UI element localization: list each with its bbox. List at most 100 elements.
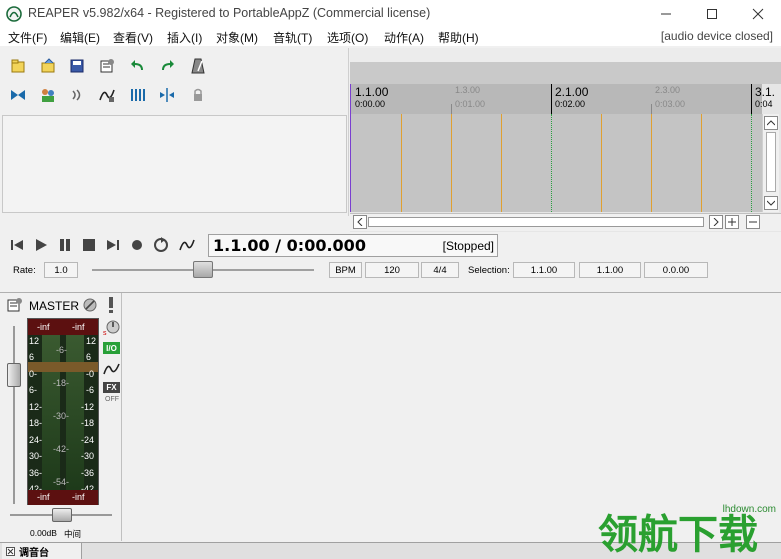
audio-device-status[interactable]: [audio device closed]	[661, 29, 773, 43]
routing-icon[interactable]	[6, 297, 24, 313]
grid-line	[651, 114, 652, 212]
scroll-down-button[interactable]	[764, 196, 778, 210]
project-settings-icon[interactable]	[97, 56, 117, 76]
scale-right: -12	[81, 402, 95, 412]
rate-slider-handle[interactable]	[193, 261, 213, 278]
pan-slider-handle[interactable]	[52, 508, 72, 522]
vertical-scrollbar[interactable]	[762, 114, 779, 212]
zoom-out-button[interactable]	[746, 215, 760, 229]
selection-end[interactable]: 1.1.00	[579, 262, 641, 278]
title-bar: REAPER v5.982/x64 - Registered to Portab…	[0, 0, 781, 28]
close-button[interactable]	[735, 0, 781, 28]
auto-crossfade-icon[interactable]	[67, 85, 87, 105]
menu-item[interactable]: 对象(M)	[216, 29, 258, 46]
time-signature[interactable]: 4/4	[421, 262, 459, 278]
fx-button[interactable]: FX	[103, 382, 120, 393]
grid-line	[501, 114, 502, 212]
selection-length[interactable]: 0.0.00	[644, 262, 708, 278]
volume-readout: 0.00dB	[30, 528, 57, 538]
menu-insert[interactable]: 插入(I)	[167, 29, 202, 46]
go-to-start-button[interactable]	[8, 236, 26, 254]
selection-start[interactable]: 1.1.00	[513, 262, 575, 278]
playhead-marker[interactable]	[350, 84, 351, 114]
ripple-edit-icon[interactable]	[8, 85, 28, 105]
menu-edit[interactable]: 编辑(E)	[60, 29, 100, 46]
scale-right: -36	[81, 468, 95, 478]
minimize-button[interactable]	[643, 0, 689, 28]
maximize-icon	[707, 9, 717, 19]
tracks-canvas[interactable]	[350, 114, 762, 212]
rate-value[interactable]: 1.0	[44, 262, 78, 278]
menu-actions[interactable]: 动作(A)	[384, 29, 424, 46]
scroll-left-button[interactable]	[353, 215, 367, 229]
io-button[interactable]: I/O	[103, 342, 120, 354]
snap-grid-icon[interactable]	[128, 85, 148, 105]
redo-icon[interactable]	[157, 56, 177, 76]
scale-right: -24	[81, 435, 95, 445]
svg-text:s: s	[103, 330, 107, 336]
beat-tick	[451, 104, 452, 114]
undo-icon[interactable]	[128, 56, 148, 76]
scroll-right-button[interactable]	[709, 215, 723, 229]
phase-icon[interactable]	[106, 296, 116, 314]
tempo-value[interactable]: 120	[365, 262, 419, 278]
transport-bar: 1.1.00 / 0:00.000 [Stopped] Rate: 1.0 BP…	[0, 232, 781, 288]
grouping-icon[interactable]	[38, 85, 58, 105]
zoom-in-button[interactable]	[725, 215, 739, 229]
scroll-thumb[interactable]	[766, 132, 776, 192]
record-button[interactable]	[128, 236, 146, 254]
scale-right: -30	[81, 451, 95, 461]
repeat-button[interactable]	[152, 236, 170, 254]
bar-label: 1.1.00	[355, 85, 389, 99]
time-display[interactable]: 1.1.00 / 0:00.000 [Stopped]	[208, 234, 498, 257]
bar-time: 0:02.00	[555, 99, 586, 109]
pause-button[interactable]	[56, 236, 74, 254]
bar-label: 3.1.	[755, 85, 776, 99]
mixer-tab[interactable]: 调音台	[2, 543, 82, 559]
master-strip: MASTER -inf -inf 12 6 0- 6- 12- 18- 24- …	[2, 293, 122, 541]
scale-left: 6-	[29, 385, 38, 395]
timeline-ruler[interactable]: 1.1.00 0:00.00 1.3.00 0:01.00 2.1.00 0:0…	[350, 84, 775, 114]
metronome-icon[interactable]	[188, 56, 208, 76]
menu-help[interactable]: 帮助(H)	[438, 29, 479, 46]
mute-icon[interactable]	[82, 297, 98, 313]
lock-icon[interactable]	[188, 85, 208, 105]
bar-tick	[751, 84, 752, 114]
pan-knob-icon[interactable]: s	[103, 320, 121, 337]
go-to-end-button[interactable]	[104, 236, 122, 254]
scroll-up-button[interactable]	[764, 116, 778, 130]
scale-left: 12-	[29, 402, 43, 412]
stop-button[interactable]	[80, 236, 98, 254]
menu-file[interactable]: 文件(F)	[8, 29, 47, 46]
bar-grid-line	[551, 114, 552, 212]
chevron-down-icon	[767, 200, 775, 206]
envelope-icon[interactable]	[97, 85, 117, 105]
reaper-logo-icon	[6, 6, 22, 22]
bpm-button[interactable]: BPM	[329, 262, 362, 278]
volume-fader-track[interactable]	[13, 326, 15, 504]
scale-right: -0	[86, 369, 95, 379]
scroll-thumb[interactable]	[368, 217, 704, 227]
automation-icon[interactable]	[103, 361, 120, 377]
volume-fader-handle[interactable]	[7, 363, 21, 387]
track-list-area[interactable]	[2, 115, 347, 213]
watermark-site: lhdown.com	[722, 504, 776, 515]
marker-ruler[interactable]	[350, 62, 781, 84]
automation-mode-button[interactable]	[178, 236, 196, 254]
edit-cursor	[350, 114, 351, 212]
arrange-view[interactable]: 1.1.00 0:00.00 1.3.00 0:01.00 2.1.00 0:0…	[350, 48, 781, 232]
play-button[interactable]	[32, 236, 50, 254]
save-project-icon[interactable]	[67, 56, 87, 76]
split-icon[interactable]	[157, 85, 177, 105]
menu-options[interactable]: 选项(O)	[327, 29, 368, 46]
loop-icon	[154, 237, 168, 252]
maximize-button[interactable]	[689, 0, 735, 28]
open-project-icon[interactable]	[38, 56, 58, 76]
close-tab-icon[interactable]	[6, 546, 15, 556]
new-project-icon[interactable]	[8, 56, 28, 76]
menu-view[interactable]: 查看(V)	[113, 29, 153, 46]
horizontal-scrollbar[interactable]	[350, 213, 781, 231]
grid-line	[601, 114, 602, 212]
menu-track[interactable]: 音轨(T)	[273, 29, 312, 46]
scale-mid: -54-	[53, 477, 70, 487]
